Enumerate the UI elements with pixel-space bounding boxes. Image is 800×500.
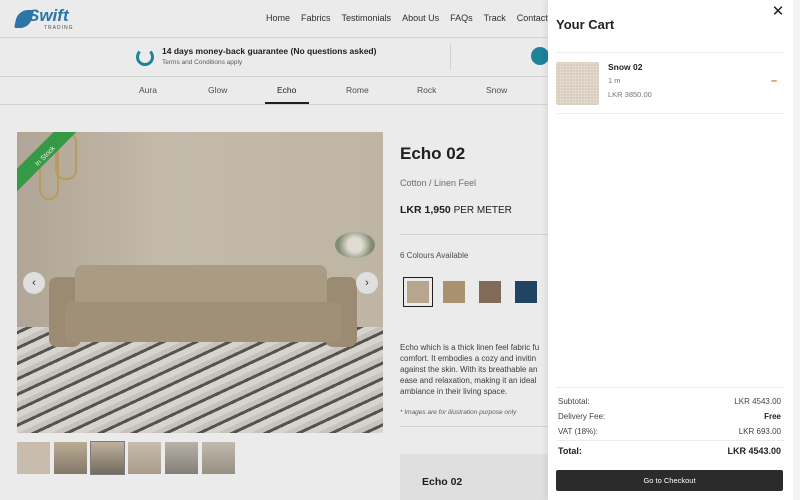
divider: [556, 113, 784, 114]
divider: [556, 440, 784, 441]
cart-drawer: Your Cart ✕ Snow 02 1 m LKR 3850.00 – Su…: [548, 0, 800, 500]
cart-item-name: Snow 02: [608, 62, 643, 72]
cart-title: Your Cart: [556, 17, 615, 32]
total-value: LKR 4543.00: [727, 446, 781, 456]
close-icon[interactable]: ✕: [769, 3, 787, 21]
vat-value: LKR 693.00: [738, 427, 781, 436]
divider: [556, 52, 784, 53]
total-label: Total:: [558, 446, 582, 456]
page-scrollbar[interactable]: [793, 0, 800, 500]
cart-item-image: [556, 62, 599, 105]
vat-label: VAT (18%):: [558, 427, 599, 436]
remove-item-icon[interactable]: –: [769, 76, 779, 87]
delivery-label: Delivery Fee:: [558, 412, 606, 421]
subtotal-value: LKR 4543.00: [734, 397, 781, 406]
cart-item-quantity: 1 m: [608, 76, 621, 85]
divider: [556, 387, 784, 388]
page-overlay[interactable]: [0, 0, 548, 500]
checkout-button[interactable]: Go to Checkout: [556, 470, 783, 491]
cart-item-price: LKR 3850.00: [608, 90, 652, 99]
delivery-value: Free: [764, 412, 781, 421]
subtotal-label: Subtotal:: [558, 397, 590, 406]
